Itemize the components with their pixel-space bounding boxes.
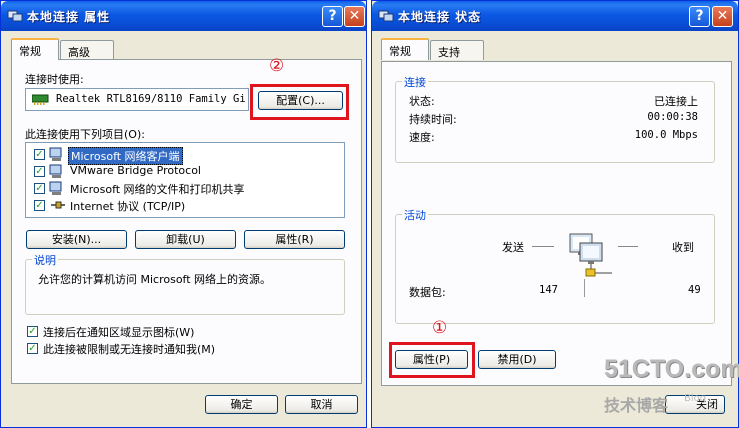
duration-label: 持续时间: bbox=[409, 113, 457, 126]
watermark-blog-en: Blog bbox=[684, 393, 707, 404]
description-title: 说明 bbox=[32, 252, 58, 268]
duration-value: 00:00:38 bbox=[647, 111, 698, 123]
list-item[interactable]: ✓ Microsoft 网络的文件和打印机共享 bbox=[32, 181, 332, 196]
annotation-number-1: ① bbox=[432, 318, 448, 338]
packets-sent: 147 bbox=[539, 284, 558, 296]
show-icon-checkbox[interactable]: ✓ bbox=[27, 326, 38, 337]
window-title: 本地连接 状态 bbox=[398, 10, 482, 24]
tab-support[interactable]: 支持 bbox=[430, 40, 484, 60]
uninstall-button[interactable]: 卸载(U) bbox=[135, 230, 236, 249]
component-checkbox[interactable]: ✓ bbox=[34, 166, 45, 177]
description-text: 允许您的计算机访问 Microsoft 网络上的资源。 bbox=[38, 273, 272, 286]
adapter-field: Realtek RTL8169/8110 Family Gi bbox=[25, 88, 249, 111]
description-group: 说明 允许您的计算机访问 Microsoft 网络上的资源。 bbox=[25, 252, 345, 315]
component-label: Internet 协议 (TCP/IP) bbox=[70, 200, 186, 213]
packets-divider bbox=[584, 279, 585, 297]
watermark-logo: 51CTO.com bbox=[604, 355, 739, 383]
list-item[interactable]: ✓ VMware Bridge Protocol bbox=[32, 164, 332, 179]
file-sharing-icon bbox=[49, 181, 62, 195]
watermark-blog: 技术博客 bbox=[604, 396, 669, 415]
component-checkbox[interactable]: ✓ bbox=[34, 183, 45, 194]
status-label: 状态: bbox=[409, 95, 435, 108]
ok-button[interactable]: 确定 bbox=[205, 395, 278, 414]
network-computers-icon bbox=[569, 233, 612, 277]
disable-button[interactable]: 禁用(D) bbox=[478, 350, 556, 369]
help-button[interactable]: ? bbox=[689, 6, 710, 27]
tab-general[interactable]: 常规 bbox=[11, 38, 59, 60]
annotation-box-properties bbox=[389, 342, 475, 378]
tab-general[interactable]: 常规 bbox=[381, 38, 429, 60]
component-checkbox[interactable]: ✓ bbox=[34, 200, 45, 211]
annotation-number-2: ② bbox=[269, 56, 285, 76]
close-button[interactable]: ✕ bbox=[712, 6, 733, 27]
properties-dialog: 本地连接 属性 ? ✕ 常规 高级 连接时使用: Realtek RTL8169… bbox=[0, 0, 367, 428]
list-item[interactable]: ✓ Microsoft 网络客户端 bbox=[32, 147, 332, 165]
notify-checkbox[interactable]: ✓ bbox=[27, 343, 38, 354]
speed-value: 100.0 Mbps bbox=[634, 129, 698, 141]
close-button[interactable]: ✕ bbox=[344, 6, 365, 27]
title-bar[interactable]: 本地连接 状态 ? ✕ bbox=[372, 1, 738, 31]
list-item[interactable]: ✓ Internet 协议 (TCP/IP) bbox=[32, 198, 332, 213]
connection-group: 连接 状态: 已连接上 持续时间: 00:00:38 速度: 100.0 Mbp… bbox=[395, 74, 715, 163]
tcpip-icon bbox=[51, 201, 65, 209]
activity-group: 活动 发送 收到 数据包: 147 49 bbox=[395, 207, 715, 324]
help-button[interactable]: ? bbox=[322, 6, 343, 27]
notify-label[interactable]: 此连接被限制或无连接时通知我(M) bbox=[43, 341, 215, 357]
components-label: 此连接使用下列项目(O): bbox=[25, 128, 145, 141]
protocol-icon bbox=[49, 164, 62, 178]
adapter-name: Realtek RTL8169/8110 Family Gi bbox=[56, 93, 246, 105]
received-line bbox=[618, 246, 638, 247]
show-icon-label[interactable]: 连接后在通知区域显示图标(W) bbox=[43, 324, 194, 340]
title-bar[interactable]: 本地连接 属性 ? ✕ bbox=[1, 1, 366, 31]
packets-label: 数据包: bbox=[409, 286, 446, 299]
network-connection-icon bbox=[378, 10, 394, 22]
network-adapter-icon bbox=[32, 94, 49, 105]
client-icon bbox=[49, 147, 62, 161]
connection-group-title: 连接 bbox=[402, 74, 428, 90]
component-label: Microsoft 网络的文件和打印机共享 bbox=[70, 183, 245, 196]
activity-group-title: 活动 bbox=[402, 207, 428, 223]
connect-using-label: 连接时使用: bbox=[25, 73, 84, 86]
packets-received: 49 bbox=[688, 284, 701, 296]
network-connection-icon bbox=[7, 10, 23, 22]
annotation-box-configure bbox=[250, 84, 349, 120]
component-label: VMware Bridge Protocol bbox=[70, 164, 201, 177]
component-label: Microsoft 网络客户端 bbox=[68, 147, 183, 165]
sent-line bbox=[532, 246, 554, 247]
cancel-button[interactable]: 取消 bbox=[285, 395, 358, 414]
components-list[interactable]: ✓ Microsoft 网络客户端 ✓ VMware Bridge Protoc… bbox=[25, 142, 345, 218]
received-label: 收到 bbox=[672, 241, 694, 254]
tab-advanced[interactable]: 高级 bbox=[60, 40, 114, 60]
properties-button[interactable]: 属性(R) bbox=[244, 230, 345, 249]
speed-label: 速度: bbox=[409, 131, 435, 144]
install-button[interactable]: 安装(N)... bbox=[26, 230, 127, 249]
window-title: 本地连接 属性 bbox=[27, 10, 111, 24]
status-value: 已连接上 bbox=[654, 95, 698, 108]
sent-label: 发送 bbox=[502, 241, 524, 254]
component-checkbox[interactable]: ✓ bbox=[34, 149, 45, 160]
